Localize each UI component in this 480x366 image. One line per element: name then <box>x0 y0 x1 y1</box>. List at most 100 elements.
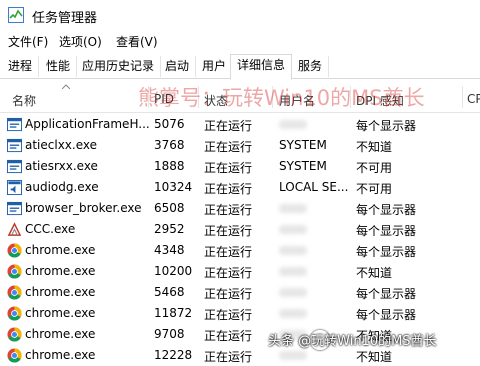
process-status: 正在运行 <box>204 329 253 343</box>
process-status: 正在运行 <box>204 350 253 364</box>
catalyst-icon <box>7 222 22 237</box>
tab-users[interactable]: 用户 <box>196 56 234 77</box>
process-status: 正在运行 <box>204 245 253 259</box>
menu-file[interactable]: 文件(F) <box>8 33 48 50</box>
tab-app-history[interactable]: 应用历史记录 <box>76 56 162 77</box>
process-name: atiesrxx.exe <box>25 159 98 173</box>
table-row[interactable]: audiodg.exe 10324 正在运行 LOCAL SE... 不可用 <box>0 177 480 198</box>
process-dpi: 每个显示器 <box>356 119 417 133</box>
audio-icon <box>7 180 22 195</box>
process-dpi: 不知道 <box>356 350 393 364</box>
menu-options[interactable]: 选项(O) <box>59 33 102 50</box>
chrome-icon <box>7 264 22 279</box>
process-name: chrome.exe <box>25 327 96 341</box>
tab-processes[interactable]: 进程 <box>2 56 40 77</box>
table-row[interactable]: atieclxx.exe 3768 正在运行 SYSTEM 不知道 <box>0 135 480 156</box>
redacted-username <box>279 309 307 318</box>
process-pid: 4348 <box>154 243 185 257</box>
app-frame-icon <box>7 117 22 132</box>
redacted-username <box>279 246 307 255</box>
process-username: SYSTEM <box>279 138 327 152</box>
process-username: SYSTEM <box>279 159 327 173</box>
redacted-username <box>279 204 307 213</box>
table-row[interactable]: chrome.exe 10200 正在运行 不知道 <box>0 261 480 282</box>
process-dpi: 每个显示器 <box>356 224 417 238</box>
process-pid: 9708 <box>154 327 185 341</box>
process-dpi: 每个显示器 <box>356 203 417 217</box>
chrome-icon <box>7 306 22 321</box>
chrome-icon <box>7 285 22 300</box>
process-status: 正在运行 <box>204 203 253 217</box>
process-name: chrome.exe <box>25 285 96 299</box>
process-status: 正在运行 <box>204 182 253 196</box>
process-name: CCC.exe <box>25 222 76 236</box>
process-name: audiodg.exe <box>25 180 99 194</box>
table-row[interactable]: ApplicationFrameH... 5076 正在运行 每个显示器 <box>0 114 480 135</box>
process-status: 正在运行 <box>204 287 253 301</box>
menu-view[interactable]: 查看(V) <box>116 33 158 50</box>
redacted-username <box>279 267 307 276</box>
chrome-icon <box>7 348 22 363</box>
process-pid: 12228 <box>154 348 193 362</box>
process-dpi: 每个显示器 <box>356 287 417 301</box>
process-dpi: 不知道 <box>356 266 393 280</box>
watermark-text: 熊掌号：玩转Win10的MS酋长 <box>138 86 425 110</box>
tab-services[interactable]: 服务 <box>292 56 330 77</box>
process-status: 正在运行 <box>204 266 253 280</box>
sort-up-icon <box>62 84 70 89</box>
task-manager-icon <box>8 7 24 23</box>
process-dpi: 不可用 <box>356 161 393 175</box>
process-pid: 1888 <box>154 159 185 173</box>
process-dpi: 不知道 <box>356 140 393 154</box>
process-name: chrome.exe <box>25 264 96 278</box>
column-cpu[interactable]: CP <box>467 92 480 106</box>
redacted-username <box>279 120 307 129</box>
process-status: 正在运行 <box>204 224 253 238</box>
window-app-icon <box>7 201 22 216</box>
process-dpi: 不可用 <box>356 182 393 196</box>
process-status: 正在运行 <box>204 308 253 322</box>
process-name: atieclxx.exe <box>25 138 98 152</box>
process-pid: 3768 <box>154 138 185 152</box>
window-title: 任务管理器 <box>32 11 98 26</box>
tab-startup[interactable]: 启动 <box>159 56 197 77</box>
process-pid: 2952 <box>154 222 185 236</box>
process-pid: 5468 <box>154 285 185 299</box>
process-pid: 11872 <box>154 306 193 320</box>
process-name: chrome.exe <box>25 306 96 320</box>
process-status: 正在运行 <box>204 161 253 175</box>
amd-service-icon <box>7 159 22 174</box>
process-name: chrome.exe <box>25 243 96 257</box>
chrome-icon <box>7 243 22 258</box>
tab-performance[interactable]: 性能 <box>40 56 78 77</box>
redacted-username <box>279 225 307 234</box>
process-name: chrome.exe <box>25 348 96 362</box>
process-pid: 5076 <box>154 117 185 131</box>
process-pid: 6508 <box>154 201 185 215</box>
tab-bar: 进程 性能 应用历史记录 启动 用户 详细信息 服务 <box>0 52 480 80</box>
column-name[interactable]: 名称 <box>12 92 36 109</box>
chrome-icon <box>7 327 22 342</box>
process-username: LOCAL SE... <box>279 180 349 194</box>
table-row[interactable]: atiesrxx.exe 1888 正在运行 SYSTEM 不可用 <box>0 156 480 177</box>
table-row[interactable]: chrome.exe 4348 正在运行 每个显示器 <box>0 240 480 261</box>
watermark-bottom: 头条 @玩转Win10的MS酋长 <box>268 334 437 349</box>
column-divider[interactable] <box>462 86 463 108</box>
tab-details[interactable]: 详细信息 <box>230 54 293 80</box>
redacted-username <box>279 351 307 360</box>
process-name: browser_broker.exe <box>25 201 142 215</box>
title-bar: 任务管理器 <box>0 0 480 30</box>
process-status: 正在运行 <box>204 140 253 154</box>
table-row[interactable]: chrome.exe 11872 正在运行 每个显示器 <box>0 303 480 324</box>
table-row[interactable]: chrome.exe 5468 正在运行 每个显示器 <box>0 282 480 303</box>
redacted-username <box>279 288 307 297</box>
process-name: ApplicationFrameH... <box>25 117 150 131</box>
process-pid: 10324 <box>154 180 193 194</box>
process-dpi: 每个显示器 <box>356 245 417 259</box>
process-pid: 10200 <box>154 264 193 278</box>
table-row[interactable]: browser_broker.exe 6508 正在运行 每个显示器 <box>0 198 480 219</box>
amd-service-icon <box>7 138 22 153</box>
process-dpi: 每个显示器 <box>356 308 417 322</box>
table-row[interactable]: CCC.exe 2952 正在运行 每个显示器 <box>0 219 480 240</box>
menu-bar: 文件(F) 选项(O) 查看(V) <box>0 30 480 51</box>
